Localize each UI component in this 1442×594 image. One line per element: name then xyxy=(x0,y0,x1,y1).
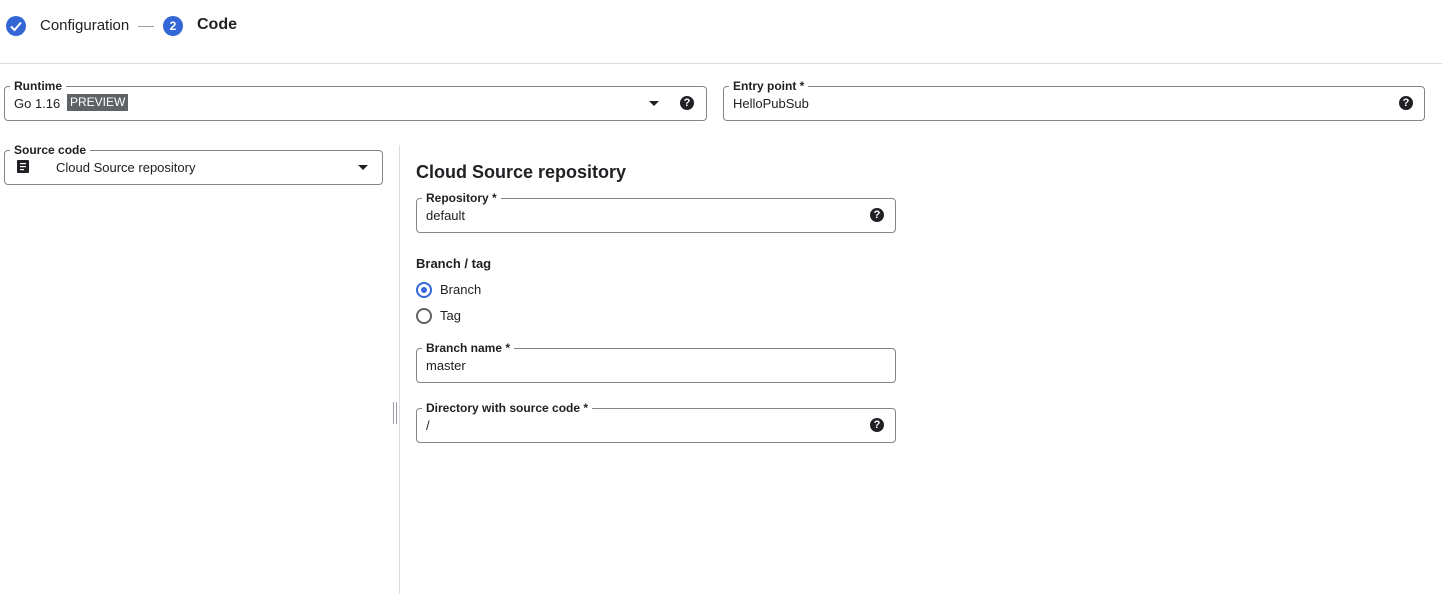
branch-radio[interactable] xyxy=(416,282,432,298)
tag-radio-label[interactable]: Tag xyxy=(440,308,461,323)
branch-tag-label: Branch / tag xyxy=(416,256,492,271)
document-icon xyxy=(17,160,29,173)
source-code-label: Source code xyxy=(10,143,91,157)
step-configuration[interactable]: Configuration xyxy=(40,17,129,34)
step-code[interactable]: Code xyxy=(197,16,237,34)
branch-name-value: master xyxy=(426,358,466,373)
help-icon[interactable]: ? xyxy=(1399,96,1413,110)
repository-label: Repository * xyxy=(422,191,501,205)
step-number-badge: 2 xyxy=(163,16,183,36)
repository-value: default xyxy=(426,208,466,223)
chevron-down-icon[interactable] xyxy=(649,101,659,106)
stepper-connector xyxy=(138,26,154,27)
entry-point-label: Entry point * xyxy=(729,79,809,93)
panel-divider xyxy=(399,145,400,594)
entry-point-value: HelloPubSub xyxy=(733,96,809,111)
preview-badge: PREVIEW xyxy=(67,94,129,111)
branch-name-field[interactable]: Branch name * master xyxy=(416,341,896,383)
repository-field[interactable]: Repository * default ? xyxy=(416,191,896,233)
runtime-select[interactable]: Runtime Go 1.16 PREVIEW ? xyxy=(4,79,707,121)
help-icon[interactable]: ? xyxy=(870,418,884,432)
source-code-select[interactable]: Source code Cloud Source repository xyxy=(4,143,383,185)
entry-point-field[interactable]: Entry point * HelloPubSub ? xyxy=(723,79,1425,121)
tag-radio[interactable] xyxy=(416,308,432,324)
step-completed-check-icon xyxy=(6,16,26,36)
help-icon[interactable]: ? xyxy=(680,96,694,110)
branch-name-label: Branch name * xyxy=(422,341,515,355)
runtime-value: Go 1.16 xyxy=(14,96,61,111)
runtime-label: Runtime xyxy=(10,79,66,93)
directory-field[interactable]: Directory with source code * / ? xyxy=(416,401,896,443)
directory-value: / xyxy=(426,418,430,433)
repository-section-title: Cloud Source repository xyxy=(416,162,627,182)
branch-radio-label[interactable]: Branch xyxy=(440,282,481,297)
source-code-value: Cloud Source repository xyxy=(56,160,196,175)
help-icon[interactable]: ? xyxy=(870,208,884,222)
header-divider xyxy=(0,63,1442,64)
resize-handle[interactable] xyxy=(393,402,397,424)
chevron-down-icon[interactable] xyxy=(358,165,368,170)
directory-label: Directory with source code * xyxy=(422,401,593,415)
